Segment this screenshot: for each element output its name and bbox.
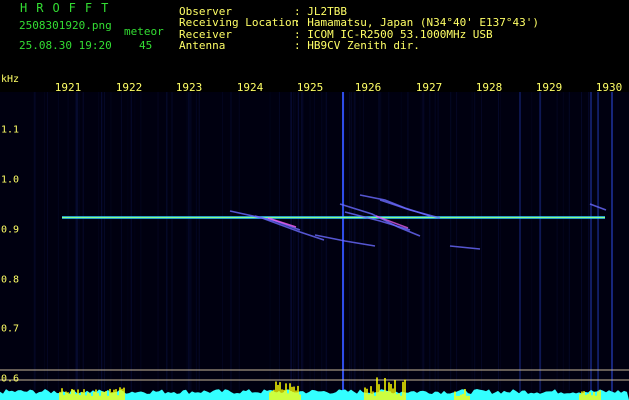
time-label-1925: 1925: [296, 81, 324, 94]
time-label-1926: 1926: [354, 81, 382, 94]
time-label-1922: 1922: [115, 81, 143, 94]
time-label-1924: 1924: [236, 81, 264, 94]
freq-label-1-1: 1.1: [1, 124, 20, 136]
freq-label-0-7: 0.7: [1, 323, 20, 335]
time-label-1921: 1921: [54, 81, 82, 94]
unit-label: kHz: [1, 74, 20, 85]
time-label-1923: 1923: [175, 81, 203, 94]
spectrogram-plot: [0, 92, 629, 400]
freq-label-0-9: 0.9: [1, 224, 20, 236]
freq-label-0-8: 0.8: [1, 274, 20, 286]
freq-label-0-6: 0.6: [1, 373, 20, 385]
freq-label-1-0: 1.0: [1, 174, 20, 186]
time-label-1929: 1929: [535, 81, 563, 94]
time-label-1928: 1928: [475, 81, 503, 94]
hrofft-window: HROFFT 2508301920.png 25.08.30 19:20 met…: [0, 0, 629, 400]
time-label-1927: 1927: [415, 81, 443, 94]
time-label-1930: 1930: [595, 81, 623, 94]
